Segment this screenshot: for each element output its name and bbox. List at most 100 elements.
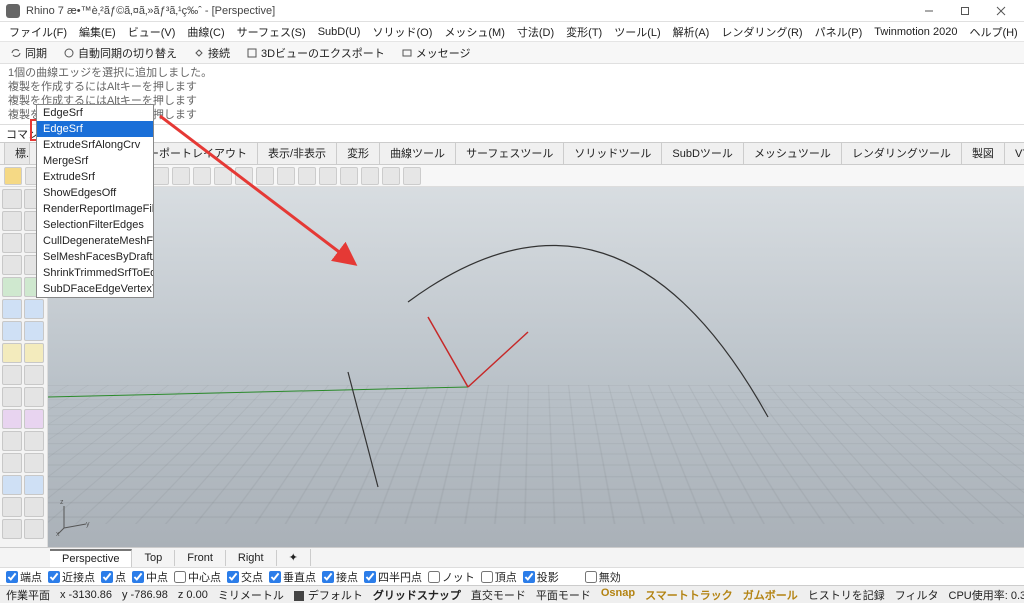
- tab-v7new[interactable]: V7の新機能: [1004, 143, 1024, 164]
- ac-item[interactable]: CullDegenerateMeshFaces: [37, 233, 153, 249]
- tool-icon[interactable]: [256, 167, 274, 185]
- tab-subdtool[interactable]: SubDツール: [661, 143, 744, 164]
- status-ortho[interactable]: 直交モード: [471, 587, 526, 603]
- osnap-int[interactable]: 交点: [227, 569, 263, 585]
- tool-icon[interactable]: [2, 497, 22, 517]
- ac-item[interactable]: MergeSrf: [37, 153, 153, 169]
- ac-item-selected[interactable]: EdgeSrf: [37, 121, 153, 137]
- menu-surface[interactable]: サーフェス(S): [232, 22, 311, 42]
- tab-solidtool[interactable]: ソリッドツール: [563, 143, 662, 164]
- tab-curvetool[interactable]: 曲線ツール: [379, 143, 456, 164]
- ac-item[interactable]: ShrinkTrimmedSrfToEdge: [37, 265, 153, 281]
- tab-surftool[interactable]: サーフェスツール: [455, 143, 564, 164]
- tool-icon[interactable]: [2, 211, 22, 231]
- osnap-tan[interactable]: 接点: [322, 569, 358, 585]
- export-button[interactable]: 3Dビューのエクスポート: [242, 44, 389, 62]
- tool-icon[interactable]: [2, 365, 22, 385]
- ac-item[interactable]: ExtrudeSrf: [37, 169, 153, 185]
- osnap-near[interactable]: 近接点: [48, 569, 95, 585]
- connect-button[interactable]: 接続: [189, 44, 234, 62]
- message-button[interactable]: メッセージ: [397, 44, 475, 62]
- tool-icon[interactable]: [2, 189, 22, 209]
- viewtab-right[interactable]: Right: [226, 550, 277, 566]
- viewtab-perspective[interactable]: Perspective: [50, 549, 132, 567]
- status-osnap[interactable]: Osnap: [601, 587, 635, 603]
- tool-icon[interactable]: [361, 167, 379, 185]
- osnap-off[interactable]: 無効: [585, 569, 621, 585]
- tool-icon[interactable]: [24, 409, 44, 429]
- osnap-center[interactable]: 中心点: [174, 569, 221, 585]
- tool-icon[interactable]: [382, 167, 400, 185]
- viewport[interactable]: z y x: [48, 187, 1024, 547]
- menu-render[interactable]: レンダリング(R): [716, 22, 807, 42]
- close-button[interactable]: [984, 1, 1018, 21]
- ac-item[interactable]: ShowEdgesOff: [37, 185, 153, 201]
- tab-first[interactable]: 標..: [4, 143, 30, 164]
- status-grid[interactable]: グリッドスナップ: [373, 587, 461, 603]
- osnap-point[interactable]: 点: [101, 569, 126, 585]
- menu-file[interactable]: ファイル(F): [4, 22, 72, 42]
- ac-item[interactable]: SelectionFilterEdges: [37, 217, 153, 233]
- menu-tools[interactable]: ツール(L): [609, 22, 665, 42]
- ac-item[interactable]: RenderReportImageFiles: [37, 201, 153, 217]
- menu-subd[interactable]: SubD(U): [313, 24, 366, 40]
- osnap-project[interactable]: 投影: [523, 569, 559, 585]
- tab-showhide[interactable]: 表示/非表示: [257, 143, 337, 164]
- tool-icon[interactable]: [2, 387, 22, 407]
- tool-icon[interactable]: [24, 475, 44, 495]
- tool-icon[interactable]: [235, 167, 253, 185]
- menu-transform[interactable]: 変形(T): [561, 22, 607, 42]
- viewtab-front[interactable]: Front: [175, 550, 226, 566]
- ac-item[interactable]: ExtrudeSrfAlongCrv: [37, 137, 153, 153]
- ac-item[interactable]: SubDFaceEdgeVertexToggle: [37, 281, 153, 297]
- tool-icon[interactable]: [214, 167, 232, 185]
- status-planar[interactable]: 平面モード: [536, 587, 591, 603]
- tool-icon[interactable]: [2, 321, 22, 341]
- menu-curve[interactable]: 曲線(C): [182, 22, 229, 42]
- menu-panel[interactable]: パネル(P): [810, 22, 868, 42]
- tool-icon[interactable]: [2, 453, 22, 473]
- osnap-mid[interactable]: 中点: [132, 569, 168, 585]
- menu-view[interactable]: ビュー(V): [123, 22, 181, 42]
- tool-icon[interactable]: [403, 167, 421, 185]
- tool-icon[interactable]: [277, 167, 295, 185]
- menu-dimension[interactable]: 寸法(D): [512, 22, 559, 42]
- tool-icon[interactable]: [2, 409, 22, 429]
- viewtab-add[interactable]: ✦: [277, 549, 311, 566]
- tool-icon[interactable]: [24, 453, 44, 473]
- status-unit[interactable]: ミリメートル: [218, 587, 284, 603]
- tool-icon[interactable]: [319, 167, 337, 185]
- status-cplane[interactable]: 作業平面: [6, 587, 50, 603]
- tab-transform[interactable]: 変形: [336, 143, 380, 164]
- status-record[interactable]: ヒストリを記録: [808, 587, 885, 603]
- tool-icon[interactable]: [2, 299, 22, 319]
- ac-item[interactable]: EdgeSrf: [37, 105, 153, 121]
- status-filter[interactable]: フィルタ: [895, 587, 939, 603]
- autocomplete-popup[interactable]: EdgeSrf EdgeSrf ExtrudeSrfAlongCrv Merge…: [36, 104, 154, 298]
- menu-edit[interactable]: 編集(E): [74, 22, 121, 42]
- osnap-end[interactable]: 端点: [6, 569, 42, 585]
- tool-icon[interactable]: [24, 321, 44, 341]
- status-gumball[interactable]: ガムボール: [743, 587, 798, 603]
- menu-help[interactable]: ヘルプ(H): [964, 22, 1022, 42]
- tool-icon[interactable]: [2, 431, 22, 451]
- minimize-button[interactable]: [912, 1, 946, 21]
- open-icon[interactable]: [4, 167, 22, 185]
- tab-meshtool[interactable]: メッシュツール: [743, 143, 842, 164]
- maximize-button[interactable]: [948, 1, 982, 21]
- tool-icon[interactable]: [2, 475, 22, 495]
- tool-icon[interactable]: [172, 167, 190, 185]
- tool-icon[interactable]: [24, 365, 44, 385]
- status-layer[interactable]: デフォルト: [294, 587, 363, 603]
- tool-icon[interactable]: [193, 167, 211, 185]
- menu-analyze[interactable]: 解析(A): [668, 22, 715, 42]
- menu-twinmotion[interactable]: Twinmotion 2020: [869, 24, 962, 40]
- osnap-knot[interactable]: ノット: [428, 569, 475, 585]
- tab-drafting[interactable]: 製図: [961, 143, 1005, 164]
- tool-icon[interactable]: [2, 233, 22, 253]
- status-smart[interactable]: スマートトラック: [645, 587, 733, 603]
- ac-item[interactable]: SelMeshFacesByDraftAngle: [37, 249, 153, 265]
- tool-icon[interactable]: [24, 387, 44, 407]
- viewtab-top[interactable]: Top: [132, 550, 175, 566]
- osnap-perp[interactable]: 垂直点: [269, 569, 316, 585]
